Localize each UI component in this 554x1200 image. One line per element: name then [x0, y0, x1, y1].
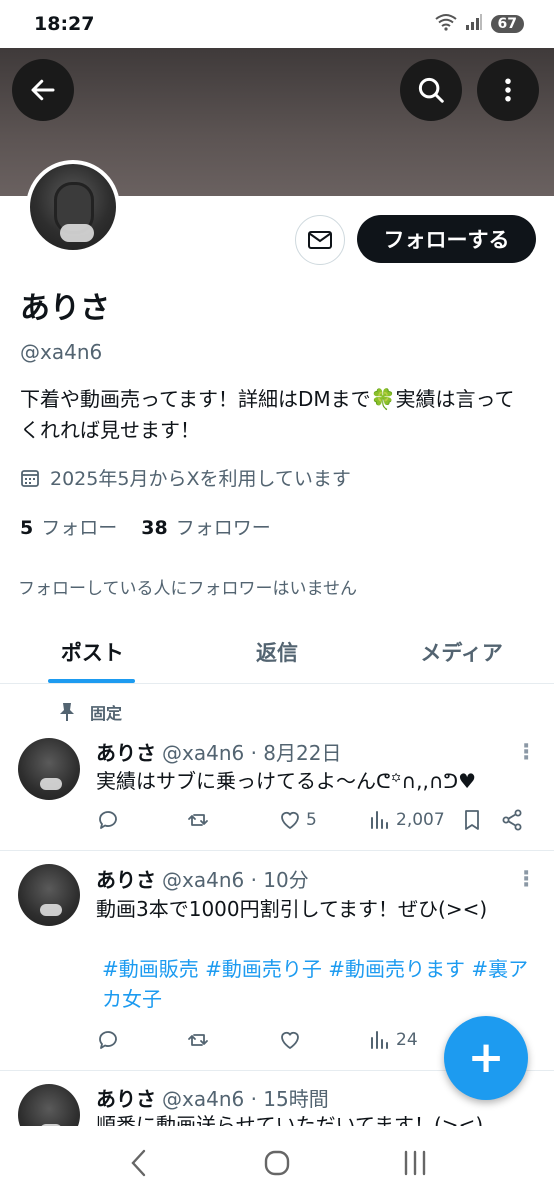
battery-indicator: 67: [490, 15, 524, 33]
avatar-sticker: [40, 778, 62, 790]
post-divider: [0, 850, 554, 851]
heart-icon: [281, 811, 299, 830]
following-count: 5: [20, 517, 34, 539]
nav-recents-button[interactable]: [385, 1148, 445, 1178]
mutual-followers-note: フォローしている人にフォロワーはいません: [18, 579, 357, 599]
post-meta: @xa4n6 · 15時間: [162, 1087, 329, 1111]
status-icons: 67: [434, 13, 524, 35]
post-hashtags[interactable]: #動画販売 #動画売り子 #動画売ります #裏アカ女子: [96, 954, 536, 1014]
tab-replies[interactable]: 返信: [185, 620, 370, 683]
plus-icon: +: [467, 1032, 505, 1083]
heart-icon: [281, 1031, 299, 1050]
reply-icon: [99, 1031, 117, 1049]
join-date: 2025年5月からXを利用しています: [20, 464, 351, 491]
search-button[interactable]: [400, 59, 462, 121]
display-name: ありさ: [20, 291, 110, 326]
followers-link[interactable]: 38 フォロワー: [141, 513, 270, 540]
join-date-text: 2025年5月からXを利用しています: [50, 468, 351, 490]
post-author-name[interactable]: ありさ: [96, 1087, 156, 1111]
repost-button[interactable]: [186, 1028, 210, 1052]
nav-home-button[interactable]: [247, 1148, 307, 1178]
tab-media[interactable]: メディア: [369, 620, 554, 683]
post-header: ありさ @xa4n6 · 15時間: [96, 1083, 329, 1112]
post-header: ありさ @xa4n6 · 8月22日: [96, 737, 341, 766]
views-chart-icon: [371, 811, 388, 829]
avatar-sticker: [40, 904, 62, 916]
tab-posts[interactable]: ポスト: [0, 620, 185, 683]
repost-button[interactable]: [186, 808, 210, 832]
post-meta: @xa4n6 · 10分: [162, 868, 309, 892]
bookmark-icon: [465, 810, 479, 830]
repost-icon: [188, 1034, 208, 1046]
post-more-icon[interactable]: · · ·: [522, 863, 530, 897]
more-vertical-icon: [505, 78, 511, 102]
post-header: ありさ @xa4n6 · 10分: [96, 864, 309, 893]
status-bar: 18:27 67: [0, 0, 554, 48]
more-button[interactable]: [477, 59, 539, 121]
share-icon: [502, 809, 522, 831]
view-count: 24: [396, 1030, 418, 1050]
following-link[interactable]: 5 フォロー: [20, 513, 117, 540]
profile-bio: 下着や動画売ってます！詳細はDMまで🍀実績は言ってくれれば見せます！: [20, 387, 515, 442]
user-handle: @xa4n6: [20, 340, 103, 364]
pinned-indicator: 固定: [58, 700, 122, 724]
back-arrow-icon: [31, 79, 55, 101]
views-chart-icon: [371, 1031, 388, 1049]
profile-tabs: ポスト 返信 メディア: [0, 620, 554, 684]
followers-label: フォロワー: [175, 517, 271, 539]
following-label: フォロー: [41, 517, 118, 539]
calendar-icon: [21, 469, 39, 487]
compose-post-button[interactable]: +: [444, 1016, 528, 1100]
wifi-icon: [434, 13, 457, 35]
like-count: 5: [306, 810, 317, 830]
home-circle-icon: [264, 1150, 290, 1176]
follow-stats: 5 フォロー 38 フォロワー: [20, 513, 271, 540]
post-more-icon[interactable]: · · ·: [522, 736, 530, 770]
like-button[interactable]: 5: [278, 808, 317, 832]
reply-icon: [99, 811, 117, 829]
reply-button[interactable]: [96, 808, 120, 832]
share-button[interactable]: [500, 808, 524, 832]
post-actions: 5 2,007: [96, 808, 536, 838]
avatar-sticker: [60, 224, 94, 242]
post-author-name[interactable]: ありさ: [96, 741, 156, 765]
nav-back-button[interactable]: [109, 1148, 169, 1178]
like-button[interactable]: [278, 1028, 302, 1052]
profile-avatar[interactable]: [26, 160, 120, 254]
followers-count: 38: [141, 517, 168, 539]
views-button[interactable]: 2,007: [368, 808, 445, 832]
back-button[interactable]: [12, 59, 74, 121]
post-avatar[interactable]: [18, 864, 80, 926]
bookmark-button[interactable]: [460, 808, 484, 832]
status-time: 18:27: [34, 13, 95, 35]
post-text: 実績はサブに乗っけてるよ〜んᕦ꙳∩,,∩ᕤ♥: [96, 769, 477, 793]
post-text: 動画3本で1000円割引してます！ぜひ(><): [96, 897, 488, 921]
post-avatar[interactable]: [18, 738, 80, 800]
view-count: 2,007: [396, 810, 445, 830]
post-meta: @xa4n6 · 8月22日: [162, 741, 342, 765]
follow-button[interactable]: フォローする: [357, 215, 536, 263]
search-icon: [418, 77, 444, 103]
views-button[interactable]: 24: [368, 1028, 418, 1052]
post-author-name[interactable]: ありさ: [96, 868, 156, 892]
repost-icon: [188, 814, 208, 826]
mail-icon: [308, 231, 332, 249]
signal-icon: [465, 13, 483, 35]
pinned-label: 固定: [90, 704, 123, 723]
pin-icon: [60, 703, 74, 721]
system-navigation-bar: [0, 1126, 554, 1200]
chevron-left-icon: [131, 1149, 146, 1177]
message-button[interactable]: [295, 215, 345, 265]
recents-icon: [404, 1150, 426, 1176]
reply-button[interactable]: [96, 1028, 120, 1052]
